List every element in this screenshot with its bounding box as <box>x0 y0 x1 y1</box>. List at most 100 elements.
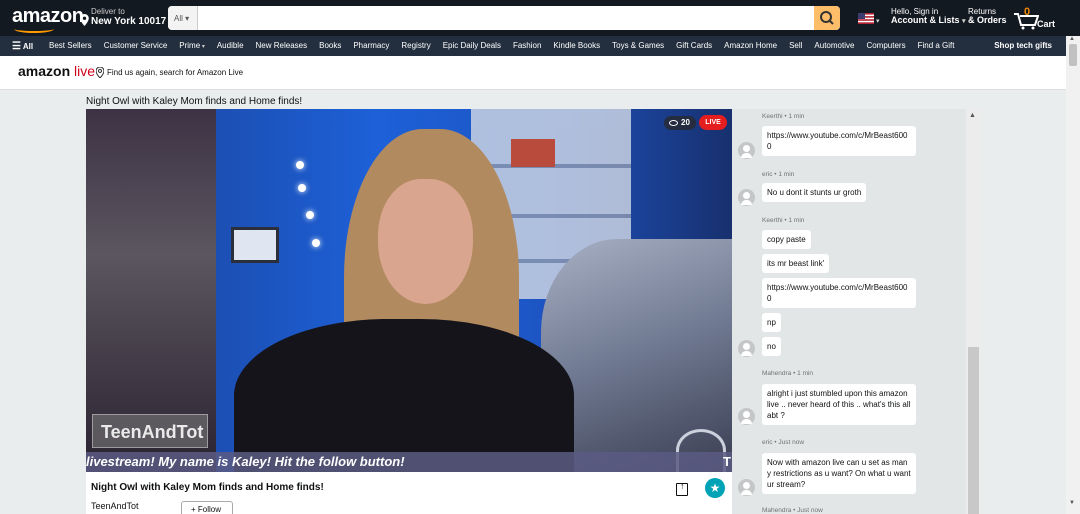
avatar-icon <box>738 340 755 357</box>
shop-tech-gifts-link[interactable]: Shop tech gifts <box>994 41 1052 50</box>
caret-down-icon: ▾ <box>185 14 190 23</box>
returns-orders[interactable]: Returns & Orders <box>968 7 1007 26</box>
video-prop <box>511 139 555 167</box>
chat-author: Keerthi • 1 min <box>762 217 805 224</box>
chat-message: its mr beast link' <box>762 254 830 273</box>
video-light <box>312 239 320 247</box>
live-subheader: amazon live Find us again, search for Am… <box>0 56 1066 90</box>
video-light <box>306 211 314 219</box>
nav-item[interactable]: Automotive <box>814 41 854 50</box>
chat-scroll-thumb[interactable] <box>968 347 979 514</box>
video-light <box>296 161 304 169</box>
search-icon <box>820 11 834 25</box>
nav-item[interactable]: Fashion <box>513 41 541 50</box>
orders-label: & Orders <box>968 15 1007 26</box>
find-us-text: Find us again, search for Amazon Live <box>107 68 244 77</box>
nav-item[interactable]: Sell <box>789 41 802 50</box>
cart-label: Cart <box>1037 19 1056 29</box>
page-scroll-thumb[interactable] <box>1069 44 1077 66</box>
amazon-live-logo[interactable]: amazon live <box>18 63 95 79</box>
nav-item[interactable]: New Releases <box>256 41 308 50</box>
nav-item[interactable]: Audible <box>217 41 244 50</box>
chat-message: np <box>762 313 781 332</box>
nav-item[interactable]: Best Sellers <box>49 41 92 50</box>
search-input[interactable] <box>198 6 814 30</box>
avatar-icon <box>738 189 755 206</box>
nav-item[interactable]: Kindle Books <box>553 41 600 50</box>
avatar-icon <box>738 142 755 159</box>
nav-item[interactable]: Books <box>319 41 341 50</box>
chevron-up-icon[interactable]: ▲ <box>969 112 976 119</box>
all-menu-button[interactable]: ☰ All <box>12 41 33 52</box>
hamburger-icon: ☰ <box>12 41 21 52</box>
search-category-label: All <box>174 14 183 23</box>
chat-message: No u dont it stunts ur groth <box>762 183 867 202</box>
chat-message: https://www.youtube.com/c/MrBeast6000 <box>762 126 916 156</box>
ticker-text: livestream! My name is Kaley! Hit the fo… <box>86 454 405 469</box>
nav-item[interactable]: Prime ▾ <box>179 41 205 50</box>
nav-item[interactable]: Toys & Games <box>612 41 664 50</box>
avatar-icon <box>738 479 755 496</box>
nav-item[interactable]: Gift Cards <box>676 41 712 50</box>
video-prop <box>231 227 279 263</box>
stream-info: Night Owl with Kaley Mom finds and Home … <box>86 472 732 514</box>
follow-button[interactable]: + Follow <box>181 501 233 514</box>
video-player[interactable]: TeenAndTot livestream! My name is Kaley!… <box>86 109 732 472</box>
chevron-up-icon[interactable]: ▲ <box>1069 36 1075 42</box>
us-flag-icon[interactable] <box>858 13 874 24</box>
chat-panel: ▲ Keerthi • 1 min https://www.youtube.com… <box>732 109 981 514</box>
search-category-dropdown[interactable]: All ▾ <box>168 6 198 30</box>
video-person <box>378 179 473 304</box>
cart-button[interactable]: 0 Cart <box>1013 6 1073 32</box>
video-handle-overlay: TeenAndTot <box>92 414 208 448</box>
avatar-icon <box>738 408 755 425</box>
nav-items: Best Sellers Customer Service Prime ▾ Audib… <box>49 41 954 50</box>
chat-author: Mahendra • Just now <box>762 507 823 514</box>
amazon-smile-icon <box>14 25 54 33</box>
chat-message: no <box>762 337 781 356</box>
page-scrollbar[interactable]: ▲ ▼ <box>1066 36 1080 514</box>
brand-amazon: amazon <box>18 63 71 79</box>
viewer-count: 20 <box>664 116 696 130</box>
arrow-up-icon: ↑ <box>680 481 685 491</box>
deliver-to[interactable]: Deliver to New York 10017 <box>80 7 166 30</box>
video-light <box>298 184 306 192</box>
search-button[interactable] <box>814 6 840 30</box>
nav-item[interactable]: Computers <box>866 41 905 50</box>
brand-live: live <box>74 63 96 79</box>
video-person <box>234 319 574 472</box>
host-name[interactable]: TeenAndTot <box>91 501 139 511</box>
stream-title: Night Owl with Kaley Mom finds and Home … <box>91 482 324 493</box>
chat-author: eric • 1 min <box>762 171 795 178</box>
location-pin-icon <box>80 14 89 26</box>
chat-author: eric • Just now <box>762 439 805 446</box>
eye-icon <box>669 120 678 126</box>
star-icon: ★ <box>709 481 721 495</box>
chat-message: Now with amazon live can u set as many r… <box>762 453 916 494</box>
nav-item[interactable]: Customer Service <box>104 41 168 50</box>
caret-down-icon: ▾ <box>876 18 880 25</box>
deliver-location: New York 10017 <box>91 16 167 27</box>
nav-item[interactable]: Pharmacy <box>353 41 389 50</box>
nav-bar: ☰ All Best Sellers Customer Service Prime … <box>0 36 1080 56</box>
nav-item-label: Prime <box>179 41 201 50</box>
chat-author: Mahendra • 1 min <box>762 370 814 377</box>
live-badge: LIVE <box>699 115 727 130</box>
page-title: Night Owl with Kaley Mom finds and Home … <box>86 96 303 107</box>
all-label: All <box>22 42 34 51</box>
top-header: amazon Deliver to New York 10017 All ▾ ▾… <box>0 0 1080 36</box>
caret-down-icon: ▾ <box>962 18 966 26</box>
cart-count: 0 <box>1024 6 1031 18</box>
chevron-down-icon[interactable]: ▼ <box>1069 500 1075 506</box>
nav-item[interactable]: Find a Gift <box>918 41 955 50</box>
nav-item[interactable]: Epic Daily Deals <box>443 41 501 50</box>
account-menu[interactable]: Hello, Sign in Account & Lists ▾ <box>891 7 966 26</box>
chat-message: alright i just stumbled upon this amazon… <box>762 384 916 425</box>
favorite-star-button[interactable]: ★ <box>705 478 725 498</box>
nav-item[interactable]: Amazon Home <box>724 41 777 50</box>
account-lists-label: Account & Lists <box>891 15 960 26</box>
nav-item[interactable]: Registry <box>401 41 430 50</box>
search-bar: All ▾ <box>168 6 840 30</box>
viewer-count-value: 20 <box>681 118 690 127</box>
chat-message: copy paste <box>762 230 811 249</box>
